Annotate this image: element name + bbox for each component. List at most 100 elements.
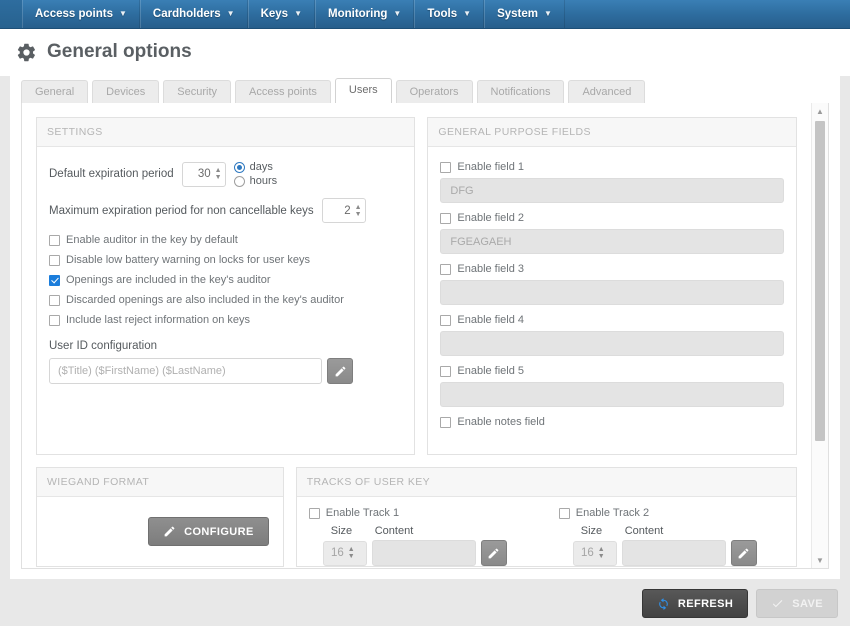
gpf-input-4[interactable] — [440, 331, 784, 356]
checkbox-icon[interactable] — [440, 365, 452, 377]
content-card: General Devices Security Access points U… — [10, 76, 840, 579]
checkbox-icon[interactable] — [308, 507, 320, 519]
chevron-down-icon: ▼ — [118, 9, 127, 18]
checkbox-openings-included[interactable]: Openings are included in the key's audit… — [49, 274, 402, 286]
checkbox-icon[interactable] — [49, 254, 60, 266]
checkbox-icon[interactable] — [49, 234, 60, 246]
checkbox-enable-field-1[interactable]: Enable field 1 — [440, 161, 784, 173]
scrollbar-track[interactable] — [812, 119, 828, 552]
checkbox-label: Enable Track 2 — [575, 507, 650, 519]
nav-item-label: Tools — [427, 8, 458, 20]
refresh-icon — [659, 598, 668, 610]
stepper-up-icon[interactable]: ▲ — [598, 546, 605, 553]
checkbox-label: Enable field 2 — [457, 212, 525, 224]
stepper-down-icon[interactable]: ▼ — [598, 553, 605, 560]
checkbox-label: Enable field 3 — [457, 263, 525, 275]
stepper-up-icon[interactable]: ▲ — [355, 204, 362, 211]
chevron-down-icon: ▼ — [294, 9, 302, 18]
checkbox-disable-low-battery-warning[interactable]: Disable low battery warning on locks for… — [49, 254, 402, 266]
configure-button-label: CONFIGURE — [184, 525, 254, 538]
scrollbar-thumb[interactable] — [815, 121, 825, 442]
gpf-input-5[interactable] — [440, 382, 784, 407]
track-1-content-input[interactable] — [371, 540, 476, 566]
gpf-field-2: Enable field 2 — [440, 212, 784, 254]
user-id-input[interactable] — [49, 358, 322, 384]
nav-item-access-points[interactable]: Access points ▼ — [22, 0, 140, 28]
stepper-up-icon[interactable]: ▲ — [215, 167, 222, 174]
radio-days[interactable]: days — [233, 161, 278, 173]
gear-icon — [17, 43, 35, 61]
nav-item-keys[interactable]: Keys ▼ — [247, 0, 315, 28]
checkbox-enable-field-3[interactable]: Enable field 3 — [440, 263, 784, 275]
radio-hours[interactable]: hours — [233, 175, 277, 187]
max-expiration-input[interactable] — [322, 204, 353, 217]
checkbox-icon[interactable] — [49, 294, 60, 306]
checkbox-icon[interactable] — [440, 161, 452, 173]
checkbox-icon[interactable] — [440, 263, 452, 275]
gpf-input-3[interactable] — [440, 280, 784, 305]
wiegand-panel-title: WIEGAND FORMAT — [37, 468, 283, 497]
nav-item-tools[interactable]: Tools ▼ — [414, 0, 485, 28]
checkbox-enable-track-1[interactable]: Enable Track 1 — [308, 507, 523, 519]
checkbox-discarded-openings-included[interactable]: Discarded openings are also included in … — [49, 294, 402, 306]
checkbox-include-last-reject[interactable]: Include last reject information on keys — [49, 314, 402, 326]
stepper-buttons[interactable]: ▲ ▼ — [213, 163, 222, 186]
pencil-icon — [488, 548, 499, 558]
track-2-edit-button[interactable] — [730, 540, 757, 566]
tab-advanced[interactable]: Advanced — [568, 80, 646, 103]
save-button[interactable]: SAVE — [756, 589, 838, 618]
nav-item-cardholders[interactable]: Cardholders ▼ — [139, 0, 248, 28]
checkbox-enable-field-5[interactable]: Enable field 5 — [440, 365, 784, 377]
nav-item-system[interactable]: System ▼ — [484, 0, 565, 28]
configure-button[interactable]: CONFIGURE — [148, 517, 269, 546]
tab-users[interactable]: Users — [334, 78, 392, 103]
tab-devices[interactable]: Devices — [92, 80, 160, 103]
nav-item-monitoring[interactable]: Monitoring ▼ — [315, 0, 415, 28]
checkbox-icon[interactable] — [440, 314, 452, 326]
track-2-content-input[interactable] — [621, 540, 726, 566]
stepper-down-icon[interactable]: ▼ — [348, 553, 355, 560]
tab-general[interactable]: General — [21, 80, 89, 103]
stepper-buttons[interactable]: ▲ ▼ — [346, 542, 355, 565]
track-1-size-stepper[interactable]: ▲ ▼ — [322, 540, 367, 566]
tab-operators[interactable]: Operators — [395, 80, 473, 103]
stepper-buttons[interactable]: ▲ ▼ — [353, 199, 362, 222]
scroll-down-button[interactable]: ▼ — [812, 552, 828, 568]
gpf-input-2[interactable] — [440, 229, 784, 254]
track-2-size-input[interactable] — [573, 547, 596, 559]
gpf-input-1[interactable] — [440, 178, 784, 203]
radio-days-icon[interactable] — [233, 161, 245, 173]
user-id-edit-button[interactable] — [327, 358, 353, 384]
pencil-icon — [738, 548, 749, 558]
stepper-buttons[interactable]: ▲ ▼ — [596, 542, 605, 565]
checkbox-enable-field-2[interactable]: Enable field 2 — [440, 212, 784, 224]
radio-hours-icon[interactable] — [233, 175, 245, 187]
checkbox-icon[interactable] — [440, 416, 452, 428]
stepper-up-icon[interactable]: ▲ — [348, 546, 355, 553]
tab-notifications[interactable]: Notifications — [476, 80, 565, 103]
checkbox-icon[interactable] — [440, 212, 452, 224]
tab-access-points[interactable]: Access points — [235, 80, 331, 103]
default-expiration-input[interactable] — [182, 168, 213, 180]
default-expiration-stepper[interactable]: ▲ ▼ — [181, 161, 226, 187]
nav-item-label: System — [497, 8, 538, 20]
stepper-down-icon[interactable]: ▼ — [355, 211, 362, 218]
checkbox-enable-auditor[interactable]: Enable auditor in the key by default — [49, 234, 402, 246]
track-1-edit-button[interactable] — [480, 540, 507, 566]
refresh-button[interactable]: REFRESH — [641, 589, 749, 618]
track-1-size-input[interactable] — [323, 547, 346, 559]
checkbox-label: Include last reject information on keys — [66, 314, 251, 326]
checkbox-label: Enable notes field — [457, 416, 545, 428]
tab-security[interactable]: Security — [163, 80, 232, 103]
checkbox-enable-field-4[interactable]: Enable field 4 — [440, 314, 784, 326]
checkbox-icon[interactable] — [49, 274, 60, 286]
checkbox-icon[interactable] — [49, 314, 60, 326]
max-expiration-stepper[interactable]: ▲ ▼ — [321, 198, 366, 223]
scroll-up-button[interactable]: ▲ — [812, 103, 828, 119]
track-2-size-stepper[interactable]: ▲ ▼ — [572, 540, 617, 566]
checkbox-enable-track-2[interactable]: Enable Track 2 — [558, 507, 773, 519]
checkbox-enable-notes-field[interactable]: Enable notes field — [440, 416, 784, 428]
checkbox-icon[interactable] — [558, 507, 570, 519]
vertical-scrollbar[interactable]: ▲ ▼ — [811, 103, 828, 568]
stepper-down-icon[interactable]: ▼ — [215, 174, 222, 181]
